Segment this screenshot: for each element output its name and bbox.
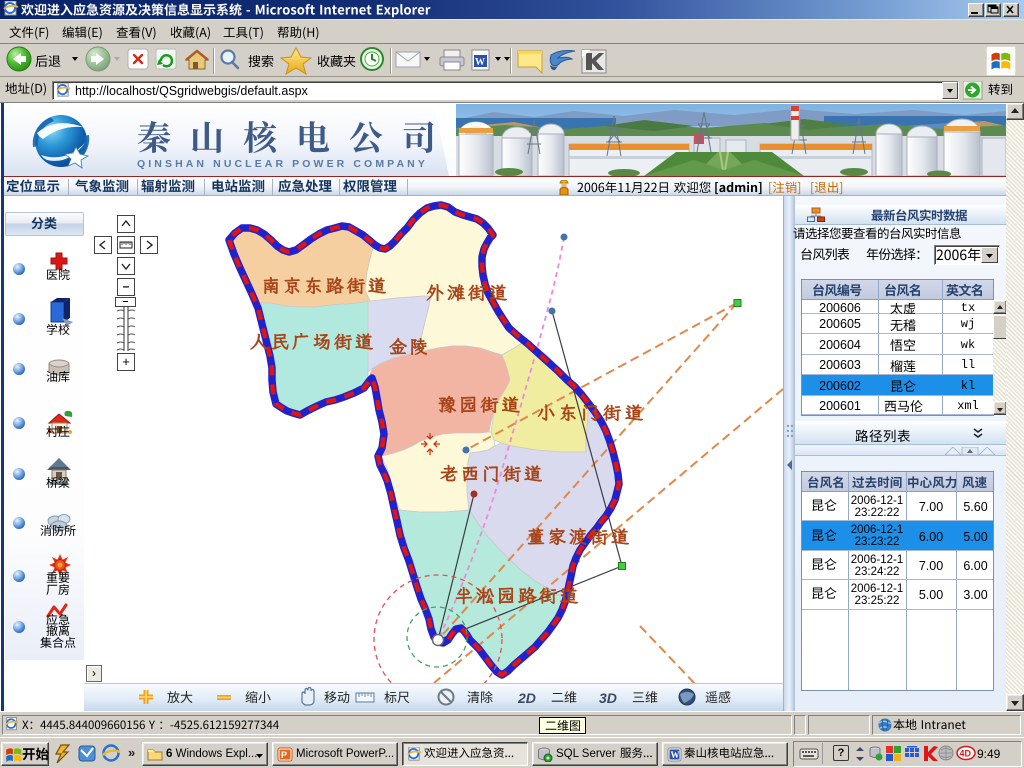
- svg-text:P: P: [281, 750, 287, 760]
- svg-text:3D: 3D: [599, 690, 617, 706]
- svg-text:2D: 2D: [517, 690, 536, 706]
- svg-text:W: W: [671, 750, 680, 760]
- svg-text:4D: 4D: [960, 749, 972, 759]
- svg-text:W: W: [475, 57, 485, 68]
